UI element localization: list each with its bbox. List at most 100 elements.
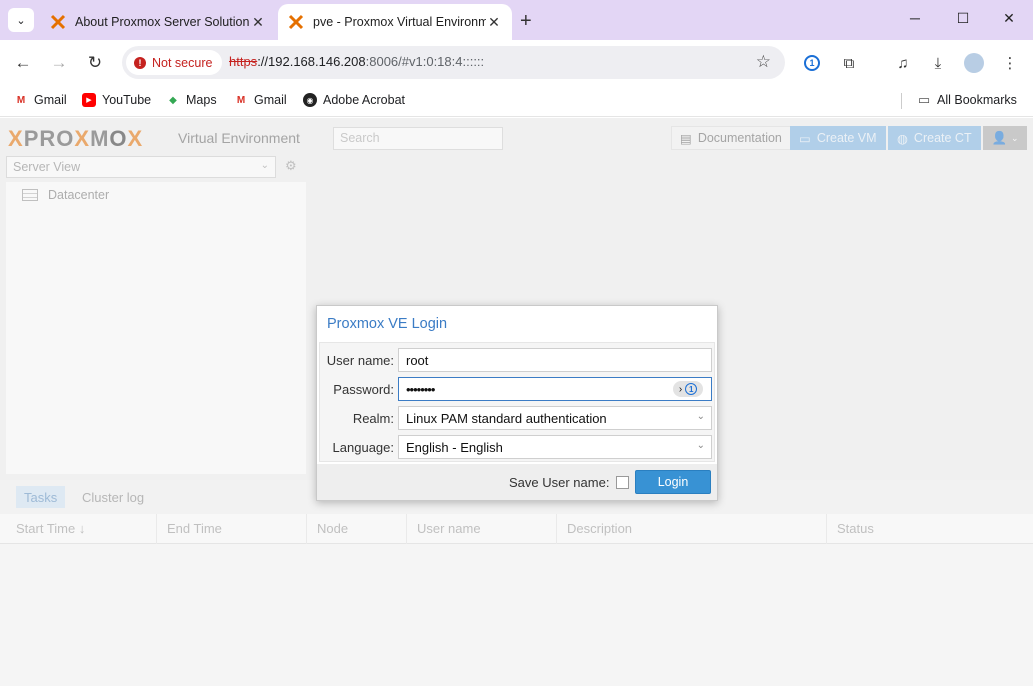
bookmark-label: Maps [186, 93, 217, 107]
user-menu-button[interactable]: 👤 ⌄ [983, 126, 1027, 150]
gear-icon[interactable]: ⚙ [285, 158, 297, 174]
browser-tab-about-proxmox[interactable]: About Proxmox Server Solution ✕ [40, 4, 276, 40]
documentation-button[interactable]: ▤ Documentation [671, 126, 791, 150]
column-user-name[interactable]: User name [407, 514, 557, 544]
tab-cluster-log[interactable]: Cluster log [74, 486, 152, 508]
login-form: User name: root Password: •••••••• › 1 Re… [319, 342, 715, 462]
chevron-down-icon: ⌄ [696, 440, 705, 451]
bookmark-adobe-acrobat[interactable]: ◉ Adobe Acrobat [303, 93, 405, 107]
bookmark-label: Gmail [254, 93, 287, 107]
url-path: :8006/#v1:0:18:4:::::: [365, 54, 485, 69]
url-text[interactable]: https://192.168.146.208:8006/#v1:0:18:4:… [229, 54, 484, 69]
language-label: Language: [332, 440, 394, 455]
proxmox-favicon-icon [50, 14, 66, 30]
monitor-icon: ▭ [799, 131, 811, 146]
column-end-time[interactable]: End Time [157, 514, 307, 544]
task-grid-header: Start Time ↓ End Time Node User name Des… [0, 514, 1033, 544]
password-mask: •••••••• [406, 382, 435, 397]
gmail-icon: M [16, 94, 26, 106]
realm-label: Realm: [352, 411, 394, 426]
warning-icon: ! [134, 56, 146, 69]
column-start-time[interactable]: Start Time ↓ [6, 514, 157, 544]
cube-icon: ◍ [897, 131, 908, 146]
tab-title: pve - Proxmox Virtual Environme [313, 15, 486, 29]
media-control-icon[interactable]: ♫ [892, 52, 914, 74]
more-menu-icon[interactable]: ⋮ [999, 52, 1021, 74]
password-field[interactable]: •••••••• › 1 [398, 377, 712, 401]
username-field[interactable]: root [398, 348, 712, 372]
bookmark-maps[interactable]: ◆ Maps [166, 93, 217, 107]
password-row: Password: •••••••• › 1 [320, 377, 716, 403]
minimize-button[interactable]: ─ [905, 10, 925, 26]
security-chip[interactable]: ! Not secure [126, 50, 223, 75]
create-vm-button[interactable]: ▭ Create VM [790, 126, 886, 150]
username-label: User name: [326, 353, 394, 368]
tab-search-button[interactable]: ⌄ [8, 8, 34, 32]
username-row: User name: root [320, 348, 716, 374]
password-manager-extension-icon[interactable]: 1 [801, 52, 823, 74]
chevron-down-icon: ⌄ [260, 160, 269, 171]
login-dialog-title: Proxmox VE Login [317, 306, 717, 342]
column-status[interactable]: Status [827, 514, 1027, 544]
column-node[interactable]: Node [307, 514, 407, 544]
tab-title: About Proxmox Server Solution [75, 15, 250, 29]
search-input[interactable]: Search [333, 127, 503, 150]
save-username-label: Save User name: [509, 475, 610, 490]
new-tab-button[interactable]: + [520, 10, 532, 33]
all-bookmarks-button[interactable]: ▭ All Bookmarks [917, 92, 1017, 107]
login-button[interactable]: Login [635, 470, 711, 494]
url-host: ://192.168.146.208 [257, 54, 366, 69]
column-description[interactable]: Description [557, 514, 827, 544]
server-view-select[interactable]: Server View ⌄ [6, 156, 276, 178]
maps-pin-icon: ◆ [169, 94, 177, 106]
bookmark-label: Adobe Acrobat [323, 93, 406, 107]
password-manager-icon: 1 [685, 383, 698, 395]
chevron-down-icon: ⌄ [16, 14, 26, 27]
log-panel: Tasks Cluster log Start Time ↓ End Time … [0, 480, 1033, 686]
user-icon: 👤 [991, 130, 1008, 145]
bookmark-label: All Bookmarks [937, 93, 1017, 107]
language-select[interactable]: English - English ⌄ [398, 435, 712, 459]
close-icon[interactable]: ✕ [250, 14, 266, 31]
bookmark-label: Gmail [34, 93, 67, 107]
back-arrow-icon[interactable]: ← [13, 53, 33, 73]
datacenter-icon [22, 189, 38, 201]
resource-panel: Server View ⌄ ⚙ Datacenter [6, 156, 306, 474]
address-bar[interactable]: ! Not secure https://192.168.146.208:800… [122, 46, 785, 79]
extensions-puzzle-icon[interactable]: ⧉ [838, 52, 860, 74]
realm-row: Realm: Linux PAM standard authentication… [320, 406, 716, 432]
resource-tree: Datacenter [6, 182, 306, 474]
reload-icon[interactable]: ↻ [85, 53, 105, 73]
login-dialog-footer: Save User name: Login [317, 464, 717, 500]
bookmark-gmail-2[interactable]: M Gmail [234, 93, 287, 107]
bookmark-star-icon[interactable]: ☆ [756, 52, 771, 72]
youtube-icon: ▶ [82, 93, 96, 107]
tab-tasks[interactable]: Tasks [16, 486, 66, 508]
book-icon: ▤ [680, 131, 692, 146]
download-icon[interactable]: ⤓ [927, 52, 949, 74]
proxmox-header: XPROXMOX Virtual Environment Search ▤ Doc… [0, 118, 1033, 158]
tree-item-datacenter[interactable]: Datacenter [22, 188, 109, 202]
chevron-right-icon: › [678, 383, 683, 395]
language-row: Language: English - English ⌄ [320, 435, 716, 461]
close-icon[interactable]: ✕ [486, 14, 502, 31]
login-dialog: Proxmox VE Login User name: root Passwor… [316, 305, 718, 501]
create-ct-button[interactable]: ◍ Create CT [888, 126, 981, 150]
divider [901, 93, 902, 109]
bookmark-label: YouTube [102, 93, 152, 107]
browser-tab-pve[interactable]: pve - Proxmox Virtual Environme ✕ [278, 4, 512, 40]
profile-avatar[interactable] [963, 52, 985, 74]
forward-arrow-icon[interactable]: → [49, 53, 69, 73]
proxmox-subtitle: Virtual Environment [178, 130, 300, 146]
maximize-button[interactable]: ☐ [953, 10, 973, 27]
password-manager-fill-button[interactable]: › 1 [673, 381, 703, 397]
bookmark-youtube[interactable]: ▶ YouTube [82, 93, 151, 107]
globe-icon: ◉ [303, 93, 317, 107]
bookmark-gmail[interactable]: M Gmail [14, 93, 67, 107]
save-username-checkbox[interactable] [616, 476, 629, 489]
folder-icon: ▭ [917, 92, 931, 107]
gmail-icon: M [236, 94, 246, 106]
proxmox-favicon-icon [288, 14, 304, 30]
realm-select[interactable]: Linux PAM standard authentication ⌄ [398, 406, 712, 430]
close-window-button[interactable]: ✕ [999, 10, 1019, 27]
